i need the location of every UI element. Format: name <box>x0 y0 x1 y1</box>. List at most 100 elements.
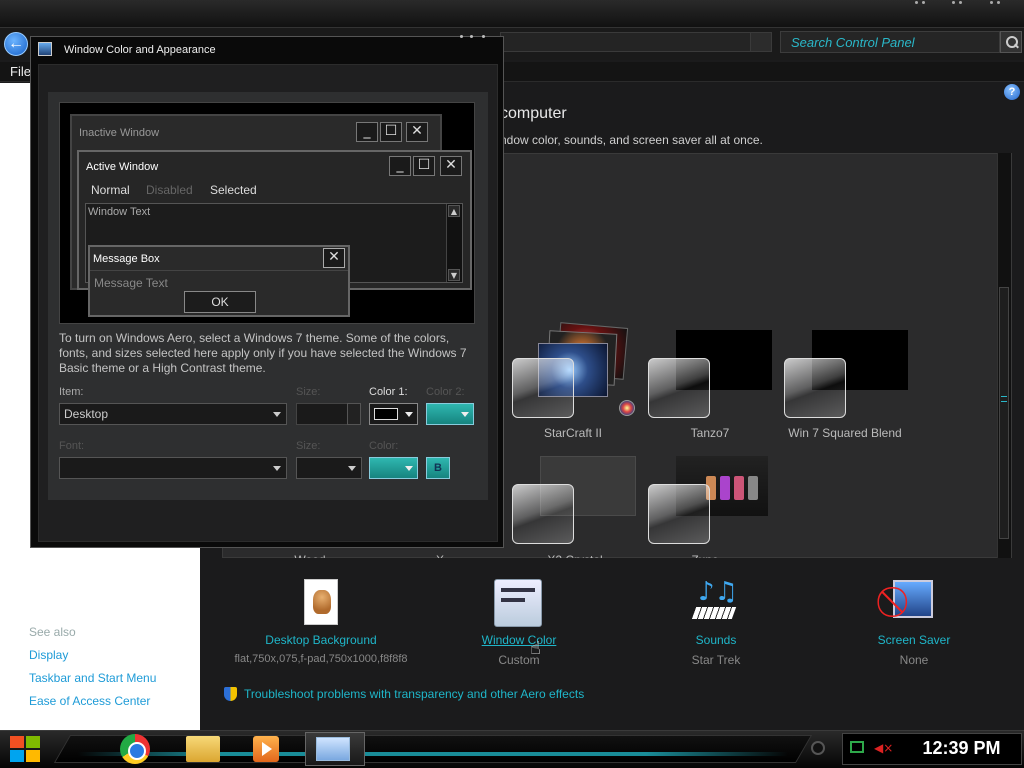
sounds-link[interactable]: Sounds <box>626 633 806 647</box>
scroll-up-icon[interactable]: ▲ <box>448 205 460 217</box>
chevron-down-icon <box>273 466 281 471</box>
scroll-down-icon[interactable]: ▼ <box>448 269 460 281</box>
theme-win7-squared-blend[interactable] <box>784 358 846 418</box>
control-panel-titlebar <box>0 0 1024 28</box>
chevron-down-icon <box>405 412 413 417</box>
chevron-down-icon <box>273 412 281 417</box>
theme-badge-icon <box>619 400 635 416</box>
theme-zune[interactable] <box>648 484 710 544</box>
theme-starcraft-ii[interactable] <box>512 358 574 418</box>
preview-window-text: Window Text <box>88 206 151 218</box>
font-label: Font: <box>59 440 85 452</box>
aero-info-text: To turn on Windows Aero, select a Window… <box>59 331 467 375</box>
inactive-window-title: Inactive Window <box>79 127 160 139</box>
theme-label: Zune <box>660 553 750 558</box>
preview-menu-selected[interactable]: Selected <box>210 183 257 197</box>
maximize-button[interactable] <box>950 0 968 8</box>
menu-file[interactable]: File <box>10 64 31 79</box>
minimize-button[interactable] <box>913 0 931 8</box>
sidebar-link-ease-of-access[interactable]: Ease of Access Center <box>29 694 150 708</box>
font-color-button[interactable] <box>369 457 418 479</box>
color1-swatch <box>374 408 398 420</box>
show-desktop-button[interactable] <box>811 741 825 755</box>
theme-scrollbar-thumb[interactable] <box>999 287 1009 539</box>
desktop-background-icon[interactable] <box>304 579 338 625</box>
chevron-down-icon <box>405 466 413 471</box>
back-arrow-icon[interactable]: ← <box>4 32 28 56</box>
color2-label: Color 2: <box>426 386 465 398</box>
preview-ok-button[interactable]: OK <box>184 291 256 313</box>
divider <box>90 270 348 271</box>
preview-menu-normal[interactable]: Normal <box>91 183 130 197</box>
screen-saver-value: None <box>899 653 929 667</box>
window-color-icon[interactable] <box>494 579 542 627</box>
help-icon[interactable]: ? <box>1004 84 1020 100</box>
font-size-select[interactable] <box>296 457 362 479</box>
hand-cursor-icon: ☝ <box>530 638 541 659</box>
font-select[interactable] <box>59 457 287 479</box>
minimize-icon: _ <box>389 156 411 176</box>
item-select-value: Desktop <box>64 407 109 421</box>
desktop-background-value: flat,750x,075,f-pad,750x1000,f8f8f8 <box>234 653 408 665</box>
preview-menu-disabled[interactable]: Disabled <box>146 183 193 197</box>
theme-label: Win 7 Squared Blend <box>788 426 902 440</box>
windows-logo-icon <box>10 736 24 748</box>
window-color-value: Custom <box>498 653 540 667</box>
see-also-heading: See also <box>29 625 76 639</box>
dialog-title: Window Color and Appearance <box>64 44 216 56</box>
sounds-icon[interactable] <box>692 577 740 623</box>
chevron-down-icon <box>348 466 356 471</box>
theme-tanzo7[interactable] <box>648 358 710 418</box>
volume-muted-icon[interactable]: ◀× <box>874 742 893 754</box>
troubleshoot-link[interactable]: Troubleshoot problems with transparency … <box>244 687 584 701</box>
item-select[interactable]: Desktop <box>59 403 287 425</box>
font-size-label: Size: <box>296 440 321 452</box>
folder-icon[interactable] <box>186 736 220 762</box>
maximize-icon: ☐ <box>380 122 402 142</box>
maximize-icon: ☐ <box>413 156 435 176</box>
screen-saver-icon[interactable] <box>889 578 937 624</box>
address-bar[interactable] <box>500 32 772 52</box>
color1-button[interactable] <box>369 403 418 425</box>
size-stepper[interactable] <box>347 403 361 425</box>
window-color-link[interactable]: Window Color <box>429 633 609 647</box>
dialog-window-controls[interactable] <box>458 34 498 40</box>
taskbar-glow <box>78 752 788 756</box>
font-color-label: Color: <box>369 440 399 452</box>
message-box-title: Message Box <box>93 253 160 265</box>
dialog-app-icon <box>38 42 52 56</box>
bold-button[interactable]: B <box>426 457 450 479</box>
close-icon: ✕ <box>440 156 462 176</box>
scrollbar-grip-icon <box>1001 396 1007 402</box>
control-panel-icon[interactable] <box>316 737 350 761</box>
size-input[interactable] <box>296 403 348 425</box>
start-button[interactable] <box>6 733 46 765</box>
minimize-icon: _ <box>356 122 378 142</box>
media-player-icon[interactable] <box>253 736 279 762</box>
theme-x2-crystal[interactable] <box>512 484 574 544</box>
chevron-down-icon <box>461 412 469 417</box>
page-subtitle: ndow color, sounds, and screen saver all… <box>500 133 763 147</box>
close-button[interactable] <box>988 0 1006 8</box>
taskbar-track <box>53 735 813 763</box>
screen-saver-link[interactable]: Screen Saver <box>824 633 1004 647</box>
sidebar-link-display[interactable]: Display <box>29 648 68 662</box>
search-icon[interactable] <box>1000 31 1022 53</box>
page-title: computer <box>500 105 567 122</box>
close-icon: ✕ <box>323 248 345 268</box>
theme-label: Wood <box>280 553 340 558</box>
theme-label: X2 Crystal <box>520 553 630 558</box>
address-dropdown-button[interactable] <box>750 32 772 52</box>
clock[interactable]: 12:39 PM <box>903 735 1020 761</box>
message-box-text: Message Text <box>94 276 168 290</box>
desktop-background-link[interactable]: Desktop Background <box>231 633 411 647</box>
active-window-title: Active Window <box>86 161 159 173</box>
network-icon[interactable] <box>850 741 864 753</box>
search-input[interactable]: Search Control Panel <box>780 31 1000 53</box>
theme-label: Tanzo7 <box>690 426 730 440</box>
theme-label: X <box>430 553 450 558</box>
item-label: Item: <box>59 386 84 398</box>
color2-button[interactable] <box>426 403 474 425</box>
sidebar-link-taskbar[interactable]: Taskbar and Start Menu <box>29 671 156 685</box>
chrome-icon[interactable] <box>120 734 150 764</box>
